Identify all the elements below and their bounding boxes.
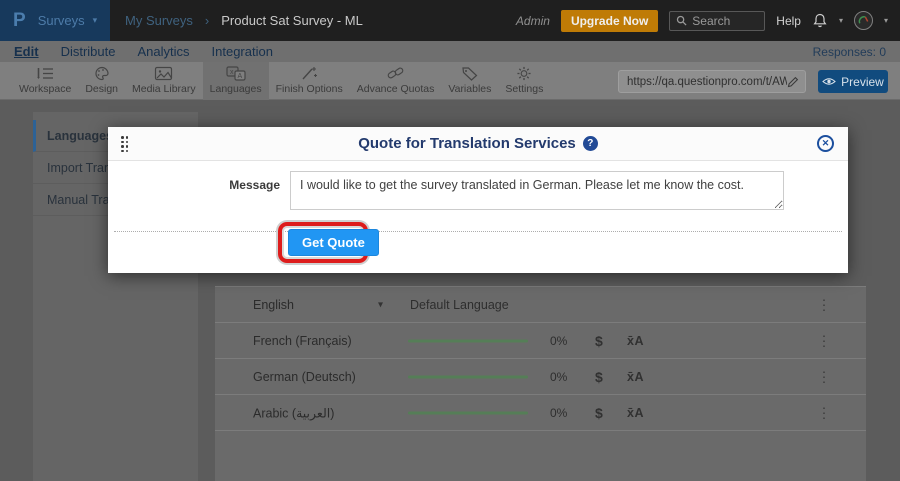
breadcrumb: My Surveys › Product Sat Survey - ML [125,0,363,41]
toolbar-item-media-library[interactable]: Media Library [125,62,203,100]
tab-edit[interactable]: Edit [14,44,39,59]
translate-icon[interactable]: x̄A [627,370,644,384]
progress-percent: 0% [550,334,567,348]
toolbar-item-variables[interactable]: Variables [441,62,498,100]
chain-links-icon [386,66,405,81]
toolbar-label: Advance Quotas [357,83,435,95]
svg-text:A: A [237,73,242,80]
svg-text:x: x [230,69,234,76]
preview-label: Preview [841,75,884,89]
tab-integration[interactable]: Integration [212,44,273,59]
language-row-english: English ▾ Default Language ⋮ [215,287,866,323]
magic-wand-icon [300,66,318,81]
search-box[interactable] [669,11,765,31]
quote-dollar-icon[interactable]: $ [595,333,603,349]
languages-translate-icon: xA [226,66,246,81]
tag-icon [461,66,478,81]
media-image-icon [154,66,173,81]
top-navbar: P Surveys ▾ My Surveys › Product Sat Sur… [0,0,900,41]
language-row-french: French (Français) 0% $ x̄A ⋮ [215,323,866,359]
toolbar-label: Languages [210,83,262,95]
modal-title: Quote for Translation Services [358,135,576,152]
preview-button[interactable]: Preview [818,70,888,93]
responses-count: Responses: 0 [813,45,886,59]
modal-header: Quote for Translation Services ? ✕ [108,127,848,161]
usage-gauge-icon [857,14,870,27]
message-textarea[interactable]: I would like to get the survey translate… [290,171,784,210]
toolbar-items: Workspace Design Media Library xA Langua… [12,62,550,100]
row-menu-kebab-icon[interactable]: ⋮ [817,296,831,313]
gear-icon [516,66,532,81]
search-icon [676,15,687,26]
toolbar-item-finish-options[interactable]: Finish Options [269,62,350,100]
drag-handle-icon[interactable] [121,136,130,153]
language-name: Arabic (العربية) [253,405,334,420]
toolbar-item-workspace[interactable]: Workspace [12,62,78,100]
toolbar-item-languages[interactable]: xA Languages [203,62,269,100]
tab-distribute[interactable]: Distribute [61,44,116,59]
product-label: Surveys [38,13,85,28]
product-switcher[interactable]: P Surveys ▾ [0,0,110,41]
tab-analytics[interactable]: Analytics [137,44,189,59]
eye-icon [822,77,836,86]
translation-progress-bar [408,375,528,378]
search-input[interactable] [692,14,756,28]
notifications-bell-icon[interactable] [812,12,828,29]
toolbar-label: Settings [505,83,543,95]
chevron-down-icon: ▾ [93,15,98,26]
toolbar-item-settings[interactable]: Settings [498,62,550,100]
upgrade-now-button[interactable]: Upgrade Now [561,10,658,32]
language-name: German (Deutsch) [253,370,356,384]
modal-footer-divider [114,231,842,232]
account-avatar[interactable] [854,11,873,30]
row-menu-kebab-icon[interactable]: ⋮ [817,332,831,349]
language-select-caret-icon[interactable]: ▾ [378,299,383,310]
progress-percent: 0% [550,406,567,420]
design-palette-icon [94,66,110,81]
app: P Surveys ▾ My Surveys › Product Sat Sur… [0,0,900,481]
toolbar-item-advance-quotas[interactable]: Advance Quotas [350,62,442,100]
account-dropdown-caret-icon[interactable]: ▾ [884,16,888,25]
toolbar-label: Finish Options [276,83,343,95]
help-link[interactable]: Help [776,14,801,28]
navbar-right-cluster: Admin Upgrade Now Help ▾ ▾ [516,0,888,41]
toolbar-item-design[interactable]: Design [78,62,125,100]
survey-title: Product Sat Survey - ML [221,13,363,28]
questionpro-logo-icon: P [13,11,26,30]
bell-dropdown-caret-icon[interactable]: ▾ [839,16,843,25]
breadcrumb-chevron-icon: › [205,13,209,28]
language-row-german: German (Deutsch) 0% $ x̄A ⋮ [215,359,866,395]
help-icon[interactable]: ? [583,136,598,151]
translate-icon[interactable]: x̄A [627,406,644,420]
workspace-list-icon [35,66,55,81]
row-menu-kebab-icon[interactable]: ⋮ [817,404,831,421]
close-icon[interactable]: ✕ [817,135,834,152]
edit-toolbar: Workspace Design Media Library xA Langua… [0,62,900,100]
toolbar-label: Variables [448,83,491,95]
survey-url-field[interactable]: https://qa.questionpro.com/t/AW [618,70,806,93]
translate-icon[interactable]: x̄A [627,334,644,348]
translation-progress-bar [408,411,528,414]
row-menu-kebab-icon[interactable]: ⋮ [817,368,831,385]
languages-table: English ▾ Default Language ⋮ French (Fra… [215,286,866,481]
edit-pencil-icon[interactable] [787,76,799,88]
language-name: French (Français) [253,334,352,348]
quote-translation-modal: Quote for Translation Services ? ✕ Messa… [108,127,848,273]
breadcrumb-my-surveys[interactable]: My Surveys [125,13,193,28]
quote-dollar-icon[interactable]: $ [595,405,603,421]
toolbar-label: Design [85,83,118,95]
message-label: Message [108,178,280,192]
translation-progress-bar [408,339,528,342]
progress-percent: 0% [550,370,567,384]
toolbar-label: Workspace [19,83,71,95]
language-name: English [253,298,294,312]
language-row-arabic: Arabic (العربية) 0% $ x̄A ⋮ [215,395,866,431]
quote-dollar-icon[interactable]: $ [595,369,603,385]
get-quote-button[interactable]: Get Quote [288,229,379,256]
default-language-label: Default Language [410,298,509,312]
survey-url-text: https://qa.questionpro.com/t/AW [627,76,787,88]
section-tabs: Edit Distribute Analytics Integration Re… [0,41,900,62]
toolbar-label: Media Library [132,83,196,95]
admin-label: Admin [516,14,550,28]
